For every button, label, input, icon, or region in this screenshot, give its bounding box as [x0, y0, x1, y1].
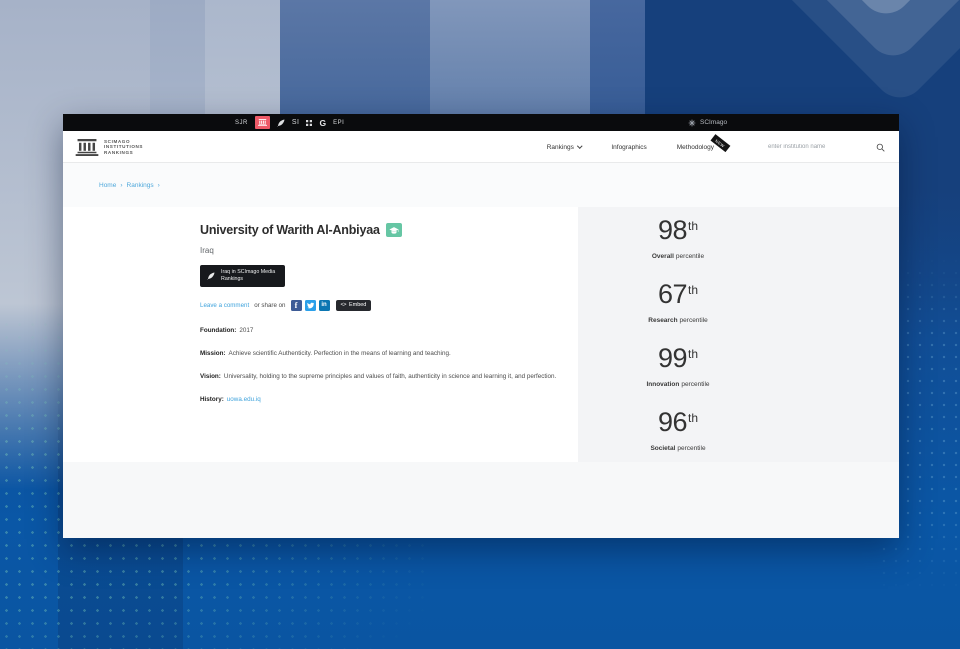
- si-link[interactable]: SI: [292, 119, 300, 126]
- institution-country: Iraq: [200, 246, 578, 255]
- percentiles-panel: 98th Overallpercentile 67th Researchperc…: [578, 207, 899, 462]
- institution-name: University of Warith Al-Anbiyaa: [200, 223, 380, 237]
- code-icon: <>: [341, 302, 346, 308]
- page-lower-area: [63, 462, 899, 538]
- media-rankings-button[interactable]: Iraq in SCImago Media Rankings: [200, 265, 285, 287]
- chevron-shape-3: [674, 0, 960, 24]
- leave-comment-link[interactable]: Leave a comment: [200, 302, 249, 309]
- nav-methodology[interactable]: Methodology NEW: [677, 144, 714, 151]
- grid-icon[interactable]: [306, 120, 312, 126]
- nav-rankings[interactable]: Rankings: [547, 144, 582, 151]
- institution-search: [768, 143, 885, 152]
- graphica-link[interactable]: G: [319, 118, 326, 128]
- nav-infographics[interactable]: Infographics: [611, 144, 646, 151]
- main-content: University of Warith Al-Anbiyaa Iraq: [63, 207, 899, 462]
- embed-button[interactable]: <> Embed: [336, 300, 372, 311]
- scimago-logo-label: SCImago: [700, 119, 727, 126]
- embed-button-label: Embed: [349, 302, 366, 308]
- share-row: Leave a comment or share on f in <> Embe…: [200, 300, 578, 311]
- vision-field: Vision:Universality, holding to the supr…: [200, 372, 574, 382]
- innovation-percentile: 99th Innovationpercentile: [578, 344, 778, 388]
- media-quill-icon[interactable]: [277, 119, 285, 127]
- institution-panel: University of Warith Al-Anbiyaa Iraq: [63, 207, 578, 462]
- university-type-badge[interactable]: [386, 223, 402, 237]
- twitter-share-icon[interactable]: [305, 300, 316, 311]
- product-links: SJR SI: [235, 114, 344, 131]
- temple-logo-icon: [75, 139, 99, 156]
- chevron-shape-2: [681, 0, 960, 66]
- scimago-logo[interactable]: SCImago: [688, 114, 727, 131]
- overall-percentile: 98th Overallpercentile: [578, 216, 778, 260]
- breadcrumb-home[interactable]: Home: [99, 182, 116, 189]
- research-percentile: 67th Researchpercentile: [578, 280, 778, 324]
- mission-field: Mission:Achieve scientific Authenticity.…: [200, 349, 574, 359]
- scimago-product-bar: SJR SI: [63, 114, 899, 131]
- main-nav: Rankings Infographics Methodology NEW: [547, 143, 885, 152]
- sir-logo[interactable]: SCIMAGO INSTITUTIONS RANKINGS: [75, 139, 143, 156]
- history-link[interactable]: uowa.edu.iq: [227, 396, 261, 403]
- sir-logo-text: SCIMAGO INSTITUTIONS RANKINGS: [104, 139, 143, 156]
- share-on-text: or share on: [254, 302, 285, 309]
- foundation-field: Foundation:2017: [200, 326, 574, 336]
- nav-rankings-label: Rankings: [547, 144, 574, 151]
- societal-percentile: 96th Societalpercentile: [578, 408, 778, 452]
- search-icon[interactable]: [876, 143, 885, 152]
- sjr-link[interactable]: SJR: [235, 120, 248, 126]
- chevron-down-icon: [577, 144, 582, 149]
- search-input[interactable]: [768, 144, 868, 150]
- breadcrumb-separator: ›: [158, 182, 160, 189]
- sir-active-tab[interactable]: [255, 116, 270, 129]
- nav-methodology-label: Methodology: [677, 144, 714, 151]
- temple-icon: [258, 119, 267, 126]
- history-field: History:uowa.edu.iq: [200, 395, 574, 405]
- site-header: SCIMAGO INSTITUTIONS RANKINGS Rankings I…: [63, 131, 899, 163]
- breadcrumb-rankings[interactable]: Rankings: [127, 182, 154, 189]
- breadcrumb-separator: ›: [120, 182, 122, 189]
- page-title: University of Warith Al-Anbiyaa: [200, 223, 578, 237]
- breadcrumb: Home › Rankings ›: [63, 163, 899, 207]
- browser-page: SJR SI: [63, 114, 899, 538]
- nav-infographics-label: Infographics: [611, 144, 646, 151]
- graduation-cap-icon: [389, 226, 399, 235]
- facebook-share-icon[interactable]: f: [291, 300, 302, 311]
- linkedin-share-icon[interactable]: in: [319, 300, 330, 311]
- scimago-icon: [688, 119, 696, 127]
- media-rankings-button-label: Iraq in SCImago Media Rankings: [221, 269, 275, 283]
- quill-icon: [207, 272, 215, 280]
- chevron-shape-1: [688, 0, 960, 108]
- institution-details: Foundation:2017 Mission:Achieve scientif…: [200, 326, 574, 405]
- epi-link[interactable]: EPI: [333, 120, 344, 126]
